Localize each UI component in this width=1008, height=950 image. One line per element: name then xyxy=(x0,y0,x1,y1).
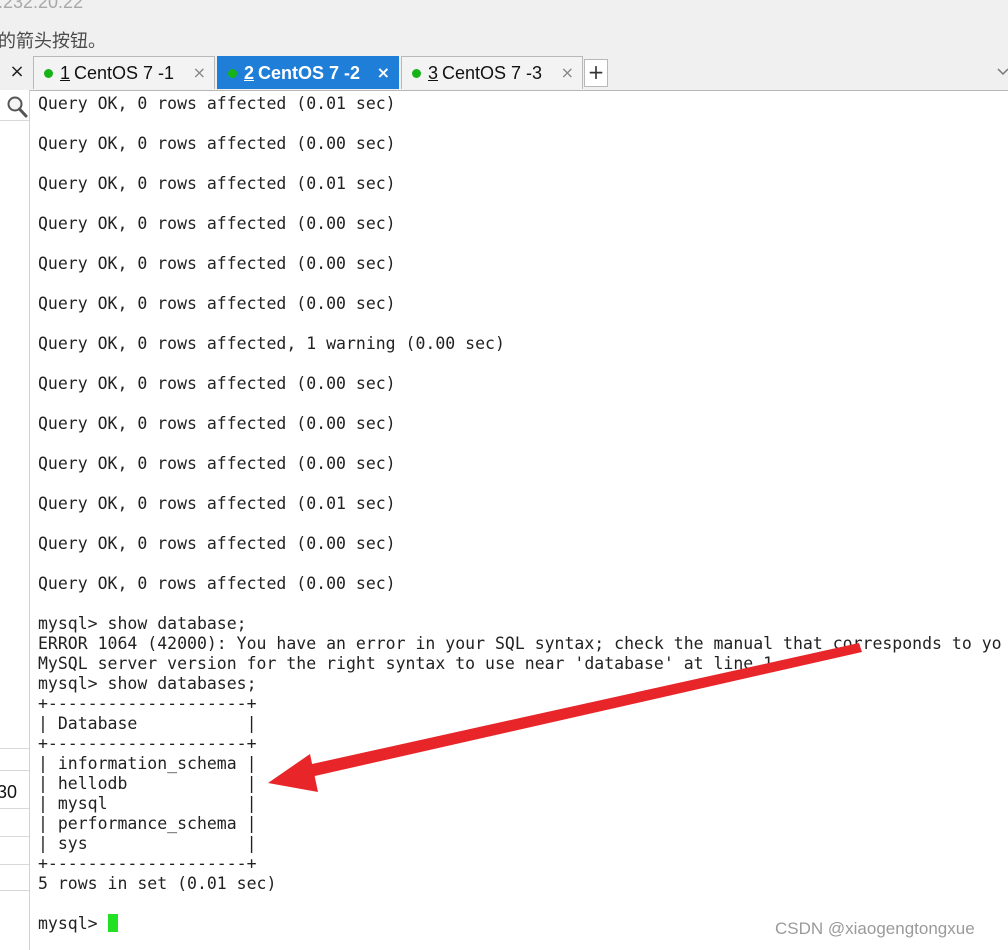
side-panel-value: 30 xyxy=(0,782,18,802)
terminal-line: Query OK, 0 rows affected (0.01 sec) xyxy=(38,494,396,513)
terminal-line: | mysql | xyxy=(38,794,257,813)
side-panel: 30 xyxy=(0,90,30,950)
terminal-prompt: mysql> xyxy=(38,914,108,933)
tab-centos-7-1[interactable]: 1 CentOS 7 -1 × xyxy=(33,56,215,89)
terminal-line: Query OK, 0 rows affected, 1 warning (0.… xyxy=(38,334,505,353)
divider xyxy=(0,836,29,837)
terminal-line: Query OK, 0 rows affected (0.00 sec) xyxy=(38,574,396,593)
terminal-line: Query OK, 0 rows affected (0.00 sec) xyxy=(38,414,396,433)
terminal-cursor xyxy=(107,914,118,932)
terminal-line: mysql> show databases; xyxy=(38,674,257,693)
terminal-lines: Query OK, 0 rows affected (0.01 sec) Quer… xyxy=(38,94,1002,934)
window-title-bar: .232.20.22 xyxy=(0,0,1008,16)
terminal-line: | hellodb | xyxy=(38,774,257,793)
divider xyxy=(0,864,29,865)
terminal-line: Query OK, 0 rows affected (0.01 sec) xyxy=(38,94,396,113)
tab-close-icon[interactable]: × xyxy=(561,63,574,82)
tab-centos-7-2[interactable]: 2 CentOS 7 -2 × xyxy=(217,56,399,89)
add-tab-button[interactable]: + xyxy=(584,59,608,87)
terminal-line: Query OK, 0 rows affected (0.00 sec) xyxy=(38,134,396,153)
divider xyxy=(0,120,29,121)
window-title-fragment: .232.20.22 xyxy=(0,0,84,12)
tab-scroll-icon[interactable] xyxy=(996,64,1008,78)
tab-number: 3 xyxy=(428,63,439,83)
terminal-line: Query OK, 0 rows affected (0.00 sec) xyxy=(38,254,396,273)
tab-close-icon[interactable]: × xyxy=(377,63,390,82)
terminal-line: Query OK, 0 rows affected (0.00 sec) xyxy=(38,294,396,313)
divider xyxy=(0,770,29,771)
terminal-line: | Database | xyxy=(38,714,257,733)
divider xyxy=(0,890,29,891)
tab-label: CentOS 7 -2 xyxy=(258,63,361,83)
search-icon[interactable] xyxy=(6,94,28,118)
terminal-line: Query OK, 0 rows affected (0.00 sec) xyxy=(38,214,396,233)
connection-status-icon xyxy=(228,69,237,78)
terminal-line: 5 rows in set (0.01 sec) xyxy=(38,874,277,893)
close-panel-icon[interactable]: × xyxy=(6,59,28,85)
session-tab-strip: × 1 CentOS 7 -1 × 2 CentOS 7 -2 × 3 Cent… xyxy=(0,56,1008,91)
terminal-output[interactable]: Query OK, 0 rows affected (0.01 sec) Quer… xyxy=(30,92,1008,950)
watermark: CSDN @xiaogengtongxue xyxy=(775,919,975,938)
hint-bar: 的箭头按钮。 xyxy=(0,16,1008,60)
connection-status-icon xyxy=(44,69,53,78)
tab-label: CentOS 7 -3 xyxy=(442,63,543,83)
hint-text: 的箭头按钮。 xyxy=(0,31,106,52)
tab-close-icon[interactable]: × xyxy=(193,63,206,82)
terminal-line: +--------------------+ xyxy=(38,694,257,713)
terminal-line: | information_schema | xyxy=(38,754,257,773)
connection-status-icon xyxy=(412,69,421,78)
tab-number: 2 xyxy=(244,63,255,83)
terminal-line: mysql> show database; xyxy=(38,614,247,633)
terminal-line: ERROR 1064 (42000): You have an error in… xyxy=(38,634,1002,653)
divider xyxy=(0,808,29,809)
tab-centos-7-3[interactable]: 3 CentOS 7 -3 × xyxy=(401,56,583,89)
tab-number: 1 xyxy=(60,63,71,83)
terminal-line: Query OK, 0 rows affected (0.00 sec) xyxy=(38,374,396,393)
terminal-line: | sys | xyxy=(38,834,257,853)
divider xyxy=(0,748,29,749)
terminal-line: | performance_schema | xyxy=(38,814,257,833)
terminal-line: +--------------------+ xyxy=(38,854,257,873)
tab-label: CentOS 7 -1 xyxy=(74,63,175,83)
terminal-line: Query OK, 0 rows affected (0.00 sec) xyxy=(38,454,396,473)
terminal-line: Query OK, 0 rows affected (0.01 sec) xyxy=(38,174,396,193)
terminal-line: +--------------------+ xyxy=(38,734,257,753)
terminal-line: Query OK, 0 rows affected (0.00 sec) xyxy=(38,534,396,553)
terminal-line: MySQL server version for the right synta… xyxy=(38,654,774,673)
